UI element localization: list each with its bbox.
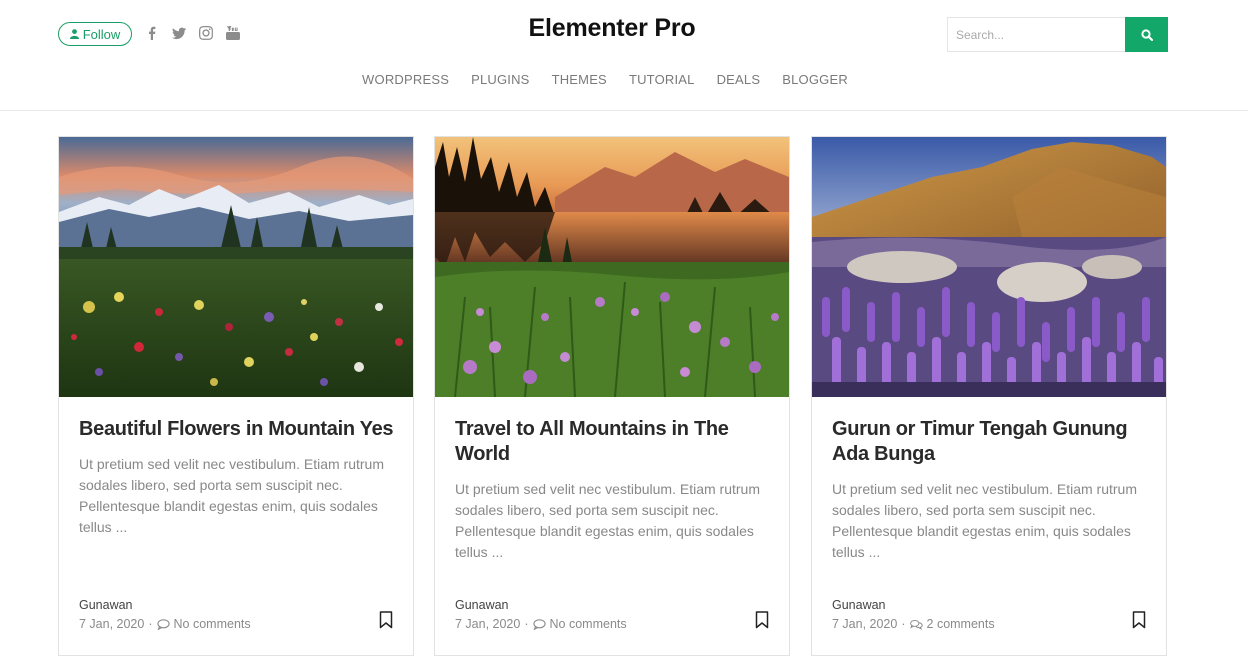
site-header: Follow Elementer Pro WORDPRESS PLUGINS T…	[0, 0, 1248, 111]
search-icon	[1140, 28, 1153, 41]
bookmark-icon[interactable]	[379, 611, 393, 629]
post-comments[interactable]: No comments	[550, 617, 627, 631]
post-author[interactable]: Gunawan	[79, 598, 133, 612]
meta-separator: ·	[148, 617, 153, 631]
post-author[interactable]: Gunawan	[832, 598, 886, 612]
nav-item-wordpress[interactable]: WORDPRESS	[362, 72, 449, 87]
search-input[interactable]	[947, 17, 1126, 52]
nav-item-deals[interactable]: DEALS	[717, 72, 761, 87]
post-date: 7 Jan, 2020	[455, 617, 521, 631]
comments-icon	[909, 619, 923, 630]
post-date: 7 Jan, 2020	[832, 617, 898, 631]
bookmark-icon[interactable]	[755, 611, 769, 629]
post-meta: 7 Jan, 2020 · No comments	[455, 617, 627, 631]
post-card: Beautiful Flowers in Mountain Yes Ut pre…	[58, 136, 414, 656]
post-excerpt: Ut pretium sed velit nec vestibulum. Eti…	[455, 481, 760, 560]
post-thumbnail[interactable]	[59, 137, 413, 397]
post-comments[interactable]: No comments	[174, 617, 251, 631]
post-card: Gurun or Timur Tengah Gunung Ada Bunga U…	[811, 136, 1167, 656]
meta-separator: ·	[524, 617, 529, 631]
post-date: 7 Jan, 2020	[79, 617, 145, 631]
meta-separator: ·	[901, 617, 906, 631]
nav-item-blogger[interactable]: BLOGGER	[782, 72, 848, 87]
post-card: Travel to All Mountains in The World Ut …	[434, 136, 790, 656]
comment-icon	[156, 618, 170, 630]
post-thumbnail[interactable]	[435, 137, 789, 397]
post-author[interactable]: Gunawan	[455, 598, 509, 612]
post-meta: 7 Jan, 2020 · 2 comments	[832, 617, 995, 631]
post-title[interactable]: Travel to All Mountains in The World	[455, 417, 775, 467]
bookmark-icon[interactable]	[1132, 611, 1146, 629]
post-excerpt: Ut pretium sed velit nec vestibulum. Eti…	[79, 456, 384, 535]
search-button[interactable]	[1125, 17, 1168, 52]
post-excerpt: Ut pretium sed velit nec vestibulum. Eti…	[832, 481, 1137, 560]
nav-item-themes[interactable]: THEMES	[552, 72, 607, 87]
nav-item-plugins[interactable]: PLUGINS	[471, 72, 529, 87]
post-meta: 7 Jan, 2020 · No comments	[79, 617, 251, 631]
main-nav: WORDPRESS PLUGINS THEMES TUTORIAL DEALS …	[0, 72, 1210, 87]
post-title[interactable]: Gurun or Timur Tengah Gunung Ada Bunga	[832, 417, 1152, 467]
nav-item-tutorial[interactable]: TUTORIAL	[629, 72, 695, 87]
comment-icon	[532, 618, 546, 630]
search-form	[947, 17, 1168, 52]
post-comments[interactable]: 2 comments	[927, 617, 995, 631]
post-title[interactable]: Beautiful Flowers in Mountain Yes	[79, 417, 399, 442]
post-thumbnail[interactable]	[812, 137, 1166, 397]
